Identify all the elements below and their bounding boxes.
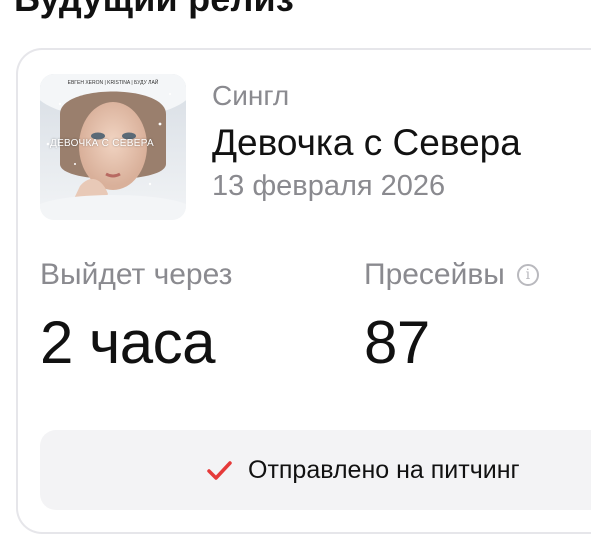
presaves-label-row: Пресейвы i [364,258,539,292]
countdown-value: 2 часа [40,309,216,376]
presaves-label: Пресейвы [364,258,505,291]
release-title[interactable]: Девочка с Севера [212,122,521,164]
presaves-stat: Пресейвы i 87 [364,258,539,377]
countdown-label: Выйдет через [40,258,233,291]
section-title: Будущий релиз [14,0,294,20]
release-card[interactable]: ЕВГЕН XERON | KRISTINA | БУДУ ЛАЙ ДЕВОЧК… [16,48,591,534]
presaves-value: 87 [364,309,430,376]
pitch-status-bar[interactable]: Отправлено на питчинг [40,430,591,510]
page: Будущий релиз [0,0,591,540]
cover-overlay-text: ДЕВОЧКА С СЕВЕРА [50,138,154,149]
release-meta: Сингл Девочка с Севера 13 февраля 2026 [212,80,521,203]
cover-art[interactable]: ЕВГЕН XERON | KRISTINA | БУДУ ЛАЙ ДЕВОЧК… [40,74,186,220]
pitch-status-content: Отправлено на питчинг [204,455,520,485]
release-type: Сингл [212,80,290,111]
pitch-status-text: Отправлено на питчинг [248,455,520,484]
info-icon[interactable]: i [516,264,539,286]
check-icon [207,461,232,480]
cover-top-text: ЕВГЕН XERON | KRISTINA | БУДУ ЛАЙ [67,80,159,86]
countdown-stat: Выйдет через 2 часа [40,258,232,377]
release-date: 13 февраля 2026 [212,170,446,202]
